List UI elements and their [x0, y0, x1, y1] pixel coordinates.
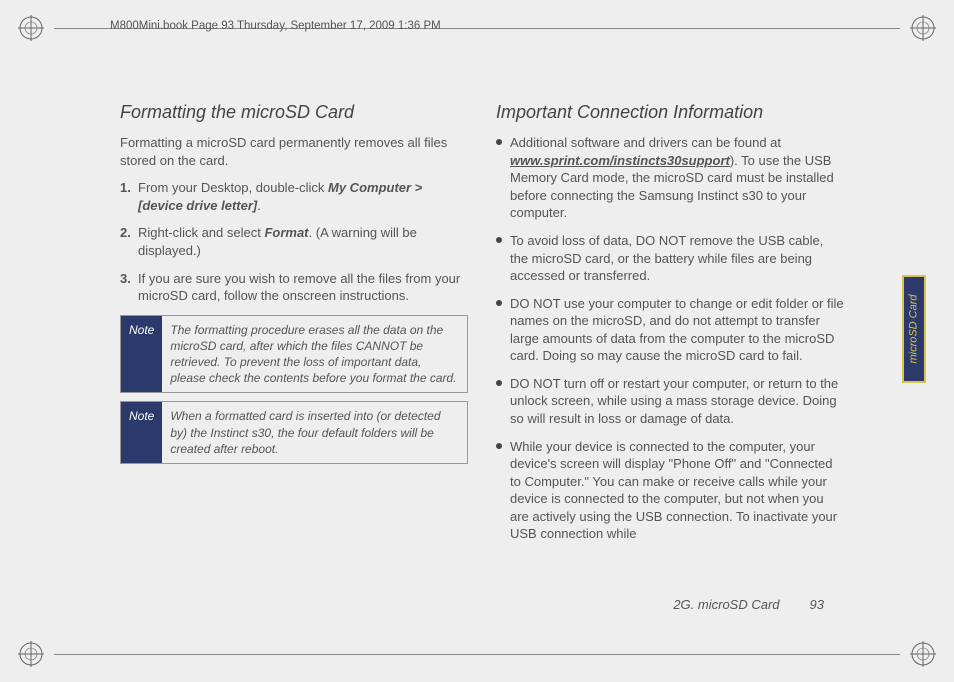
footer-section: 2G. microSD Card	[673, 597, 779, 612]
note-2-body: When a formatted card is inserted into (…	[162, 402, 467, 463]
bullet-4: DO NOT turn off or restart your computer…	[510, 375, 844, 428]
registration-mark-icon	[18, 15, 44, 41]
step-2: Right-click and select Format. (A warnin…	[138, 224, 468, 259]
bullet-1-text: Additional software and drivers can be f…	[510, 135, 781, 150]
bullet-1-url: www.sprint.com/instincts30support	[510, 153, 730, 168]
note-box-2: Note When a formatted card is inserted i…	[120, 401, 468, 464]
note-label: Note	[121, 316, 162, 393]
page-footer: 2G. microSD Card 93	[673, 597, 824, 612]
step-1: From your Desktop, double-click My Compu…	[138, 179, 468, 214]
bullet-3: DO NOT use your computer to change or ed…	[510, 295, 844, 365]
step-2-text: Right-click and select	[138, 225, 264, 240]
registration-mark-icon	[18, 641, 44, 667]
footer-page-number: 93	[810, 597, 824, 612]
note-label: Note	[121, 402, 162, 463]
page-content: Formatting the microSD Card Formatting a…	[60, 50, 894, 632]
intro-text: Formatting a microSD card permanently re…	[120, 134, 468, 169]
note-1-body: The formatting procedure erases all the …	[162, 316, 467, 393]
heading-formatting: Formatting the microSD Card	[120, 100, 468, 124]
step-2-command: Format	[264, 225, 308, 240]
registration-mark-icon	[910, 15, 936, 41]
step-1-text: From your Desktop, double-click	[138, 180, 328, 195]
bullet-1: Additional software and drivers can be f…	[510, 134, 844, 222]
column-left: Formatting the microSD Card Formatting a…	[120, 100, 468, 612]
registration-mark-icon	[910, 641, 936, 667]
column-right: Important Connection Information Additio…	[496, 100, 844, 612]
cropmark-bottom	[0, 634, 954, 674]
step-3: If you are sure you wish to remove all t…	[138, 270, 468, 305]
section-tab-label: microSD Card	[908, 294, 920, 363]
bullet-2: To avoid loss of data, DO NOT remove the…	[510, 232, 844, 285]
section-tab: microSD Card	[902, 275, 926, 383]
crop-line	[54, 654, 900, 655]
note-box-1: Note The formatting procedure erases all…	[120, 315, 468, 394]
step-1-tail: .	[257, 198, 261, 213]
heading-connection: Important Connection Information	[496, 100, 844, 124]
bullet-5: While your device is connected to the co…	[510, 438, 844, 543]
book-page-info: M800Mini.book Page 93 Thursday, Septembe…	[110, 20, 441, 32]
